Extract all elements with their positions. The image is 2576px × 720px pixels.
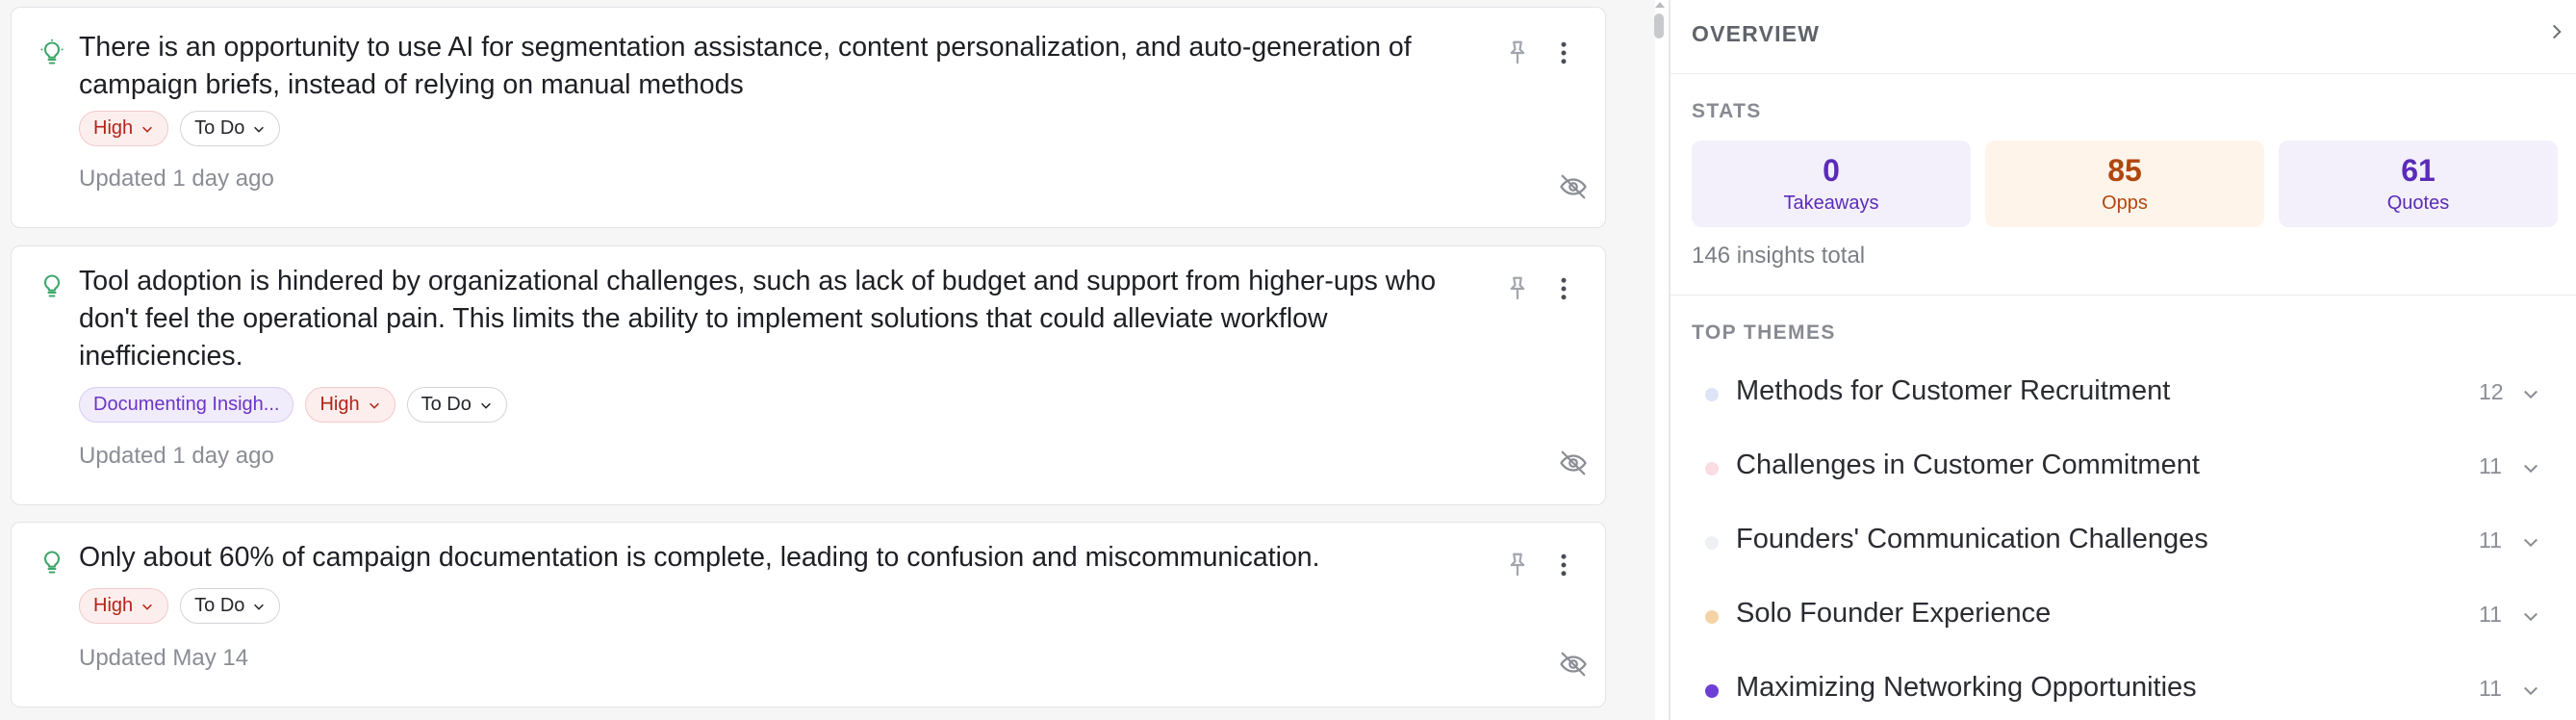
theme-color-dot [1705,610,1719,624]
scroll-up-arrow-icon[interactable] [1653,0,1667,10]
top-themes-header: TOP THEMES [1692,321,1836,344]
theme-tag[interactable]: Documenting Insigh... [79,387,294,423]
chevron-down-icon [2524,686,2538,696]
more-options-icon[interactable] [1549,551,1578,579]
more-options-icon[interactable] [1549,39,1578,67]
chevron-down-icon [2524,390,2538,399]
divider [1671,295,2576,296]
pin-icon[interactable] [1503,551,1532,579]
theme-count: 12 [2479,379,2504,404]
theme-name: Challenges in Customer Commitment [1736,450,2200,480]
insight-card[interactable]: Only about 60% of campaign documentation… [11,522,1606,707]
status-tag[interactable]: To Do [180,111,281,146]
pin-icon[interactable] [1503,274,1532,303]
tag-row: High To Do [79,111,281,146]
priority-label: High [93,595,134,616]
insight-card[interactable]: There is an opportunity to use AI for se… [11,7,1606,228]
divider [1671,73,2576,74]
scrollbar-thumb[interactable] [1654,13,1664,39]
theme-name: Methods for Customer Recruitment [1736,375,2171,406]
eye-off-icon[interactable] [1559,650,1588,679]
lightbulb-icon [43,551,61,574]
chevron-down-icon [369,402,379,409]
priority-tag[interactable]: High [79,588,169,624]
chevron-down-icon [142,604,153,610]
pin-icon[interactable] [1503,39,1532,67]
chevron-down-icon [254,604,265,610]
chevron-down-icon [2524,464,2538,474]
stat-label: Opps [2102,193,2148,214]
stat-value: 61 [2401,153,2436,188]
status-label: To Do [194,595,245,616]
chevron-down-icon [254,126,265,133]
theme-count: 11 [2479,527,2502,553]
chevron-down-icon [2524,538,2538,548]
theme-color-dot [1705,684,1719,698]
status-label: To Do [194,117,245,139]
theme-name: Founders' Communication Challenges [1736,524,2208,554]
updated-timestamp: Updated 1 day ago [79,443,274,469]
theme-color-dot [1705,462,1719,476]
chevron-down-icon [480,402,491,409]
theme-row[interactable]: Maximizing Networking Opportunities 11 [1705,666,2552,720]
theme-row[interactable]: Founders' Communication Challenges 11 [1705,518,2552,576]
priority-label: High [319,394,360,415]
stat-value: 85 [2107,153,2142,188]
theme-name: Solo Founder Experience [1736,598,2052,629]
overview-panel: OVERVIEW STATS 0 Takeaways 85 Opps 61 Qu… [1671,0,2576,720]
insight-text: Only about 60% of campaign documentation… [79,542,1320,573]
stat-opps[interactable]: 85 Opps [1985,141,2264,227]
theme-row[interactable]: Challenges in Customer Commitment 11 [1705,444,2552,501]
insights-total: 146 insights total [1692,243,1866,269]
lightbulb-icon [40,39,64,64]
insight-card[interactable]: Tool adoption is hindered by organizatio… [11,245,1606,505]
priority-label: High [93,117,134,139]
stat-quotes[interactable]: 61 Quotes [2279,141,2558,227]
tag-row: Documenting Insigh... High To Do [79,387,507,423]
theme-row[interactable]: Methods for Customer Recruitment 12 [1705,370,2552,427]
chevron-right-icon[interactable] [2546,21,2567,42]
lightbulb-icon [43,274,61,297]
priority-tag[interactable]: High [305,387,395,423]
chevron-down-icon [142,126,153,133]
theme-name: Maximizing Networking Opportunities [1736,672,2197,703]
theme-tag-label: Documenting Insigh... [93,394,280,415]
theme-row[interactable]: Solo Founder Experience 11 [1705,592,2552,650]
tag-row: High To Do [79,588,281,624]
overview-title: OVERVIEW [1692,21,1821,46]
stat-value: 0 [1823,153,1840,188]
insight-text: There is an opportunity to use AI for se… [79,32,1412,100]
stats-header: STATS [1692,100,1762,122]
stat-label: Quotes [2386,193,2450,214]
updated-timestamp: Updated 1 day ago [79,166,274,192]
theme-color-dot [1705,388,1719,401]
eye-off-icon[interactable] [1559,449,1588,477]
stat-takeaways[interactable]: 0 Takeaways [1692,141,1971,227]
theme-count: 11 [2479,602,2502,627]
updated-timestamp: Updated May 14 [79,645,249,671]
more-options-icon[interactable] [1549,274,1578,303]
insights-list: There is an opportunity to use AI for se… [0,0,1655,720]
chevron-down-icon [2524,612,2538,622]
theme-count: 11 [2479,453,2502,478]
status-tag[interactable]: To Do [406,387,507,423]
status-tag[interactable]: To Do [180,588,281,624]
theme-color-dot [1705,536,1719,550]
theme-count: 11 [2479,676,2502,701]
status-label: To Do [421,394,472,415]
priority-tag[interactable]: High [79,111,169,146]
eye-off-icon[interactable] [1559,172,1588,201]
insight-text: Tool adoption is hindered by organizatio… [79,266,1437,372]
stat-label: Takeaways [1783,193,1879,214]
